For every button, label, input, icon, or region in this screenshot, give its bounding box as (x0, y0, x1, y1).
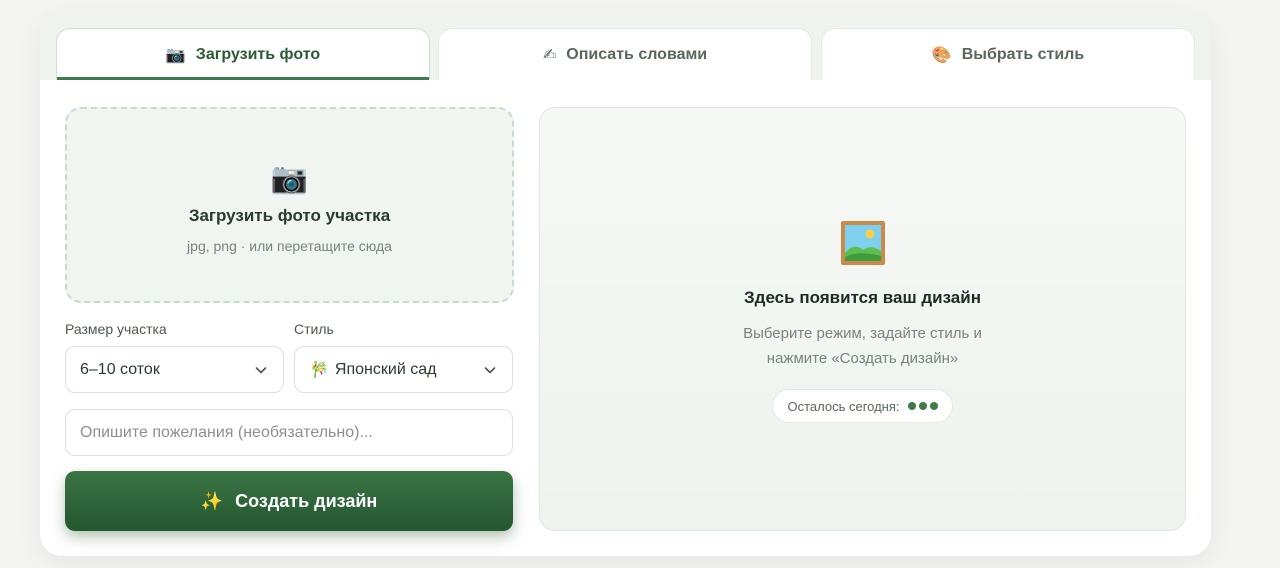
remaining-dot (918, 402, 927, 410)
upload-title: Загрузить фото участка (188, 206, 391, 225)
framed-picture-icon (840, 221, 885, 265)
style-label: Стиль (294, 321, 334, 337)
tab-choose-style[interactable]: 🎨 Выбрать стиль (821, 28, 1195, 80)
style-value-text: Японский сад (334, 360, 437, 378)
design-preview-panel: Здесь появится ваш дизайн Выберите режим… (539, 107, 1186, 531)
wishes-input[interactable] (65, 409, 513, 456)
preview-subtitle-line: Выберите режим, задайте стиль и (743, 325, 982, 342)
design-card: 📷 Загрузить фото ✍ Описать словами 🎨 Выб… (40, 14, 1211, 556)
tab-upload-photo[interactable]: 📷 Загрузить фото (56, 28, 430, 80)
remaining-generations-badge: Осталось сегодня: (772, 389, 953, 423)
plot-size-select[interactable]: 6–10 соток (65, 346, 284, 393)
palette-icon: 🎨 (931, 46, 952, 64)
bamboo-icon: 🎋 (309, 361, 329, 379)
tab-label: Выбрать стиль (961, 45, 1085, 63)
remaining-dot (907, 402, 916, 410)
plot-size-label: Размер участка (65, 321, 167, 337)
preview-title: Здесь появится ваш дизайн (744, 288, 981, 307)
tab-label: Описать словами (566, 45, 708, 63)
camera-icon: 📷 (270, 162, 309, 195)
remaining-dot (929, 402, 938, 410)
plot-size-value: 6–10 соток (80, 360, 160, 378)
upload-hint: jpg, png · или перетащите сюда (187, 238, 392, 254)
camera-icon: 📷 (165, 46, 186, 64)
create-design-button[interactable]: ✨ Создать дизайн (65, 471, 513, 531)
chevron-down-icon (484, 366, 496, 373)
writing-hand-icon: ✍ (542, 46, 557, 64)
chevron-down-icon (255, 366, 267, 373)
style-select[interactable]: 🎋 Японский сад (294, 346, 513, 393)
remaining-label: Осталось сегодня: (787, 398, 900, 414)
tab-describe-words[interactable]: ✍ Описать словами (438, 28, 812, 80)
mode-tabs: 📷 Загрузить фото ✍ Описать словами 🎨 Выб… (40, 14, 1211, 80)
preview-subtitle: Выберите режим, задайте стиль и нажмите … (713, 321, 1013, 371)
remaining-dots (907, 402, 938, 410)
sparkles-icon: ✨ (200, 490, 224, 511)
photo-upload-dropzone[interactable]: 📷 Загрузить фото участка jpg, png · или … (65, 107, 514, 303)
preview-subtitle-line: нажмите «Создать дизайн» (766, 350, 959, 367)
tab-label: Загрузить фото (195, 45, 321, 63)
style-value: 🎋 Японский сад (309, 360, 482, 380)
create-design-label: Создать дизайн (235, 490, 378, 511)
